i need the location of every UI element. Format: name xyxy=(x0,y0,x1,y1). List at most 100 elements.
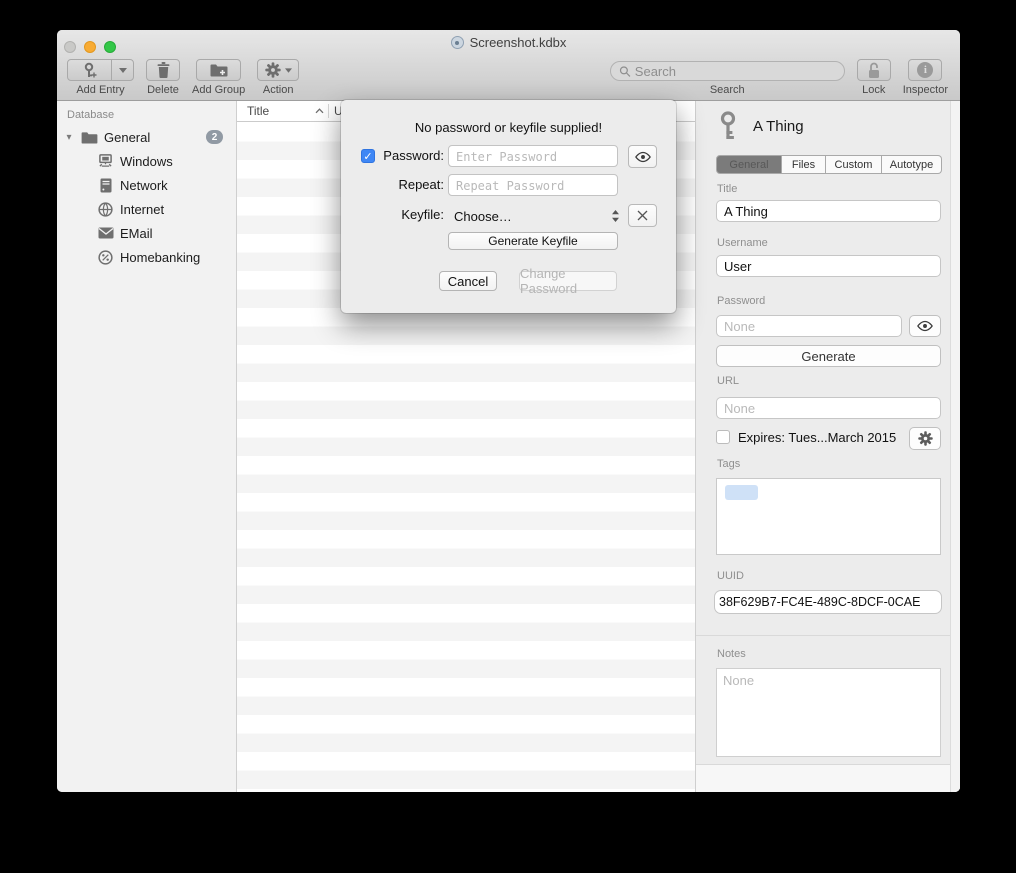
username-field[interactable] xyxy=(716,255,941,277)
sheet-password-label: Password: xyxy=(358,145,444,167)
entry-count-badge: 2 xyxy=(206,130,223,144)
password-field[interactable] xyxy=(716,315,902,337)
tab-custom[interactable]: Custom xyxy=(826,155,882,174)
trash-icon xyxy=(157,62,170,78)
info-icon: i xyxy=(917,62,933,78)
expires-label: Expires: Tues...March 2015 xyxy=(738,430,896,445)
sidebar-section-header: Database xyxy=(57,107,236,125)
sidebar-item-label: General xyxy=(104,130,150,145)
column-divider[interactable] xyxy=(328,104,329,118)
tab-general[interactable]: General xyxy=(716,155,782,174)
lock-button[interactable] xyxy=(857,59,891,81)
document-icon xyxy=(451,36,464,49)
lock-label: Lock xyxy=(862,84,885,96)
sidebar-item-internet[interactable]: Internet xyxy=(57,197,236,221)
keyfile-popup-button[interactable]: Choose… xyxy=(448,206,620,226)
action-label: Action xyxy=(263,84,294,96)
tab-files[interactable]: Files xyxy=(782,155,826,174)
sidebar-item-label: EMail xyxy=(120,226,153,241)
sidebar-item-label: Windows xyxy=(120,154,173,169)
sidebar-item-email[interactable]: EMail xyxy=(57,221,236,245)
gear-icon xyxy=(265,62,281,78)
server-icon xyxy=(97,177,114,194)
add-entry-label: Add Entry xyxy=(76,84,124,96)
eye-icon xyxy=(634,151,652,163)
tags-box[interactable] xyxy=(716,478,941,555)
search-label: Search xyxy=(710,84,745,96)
sidebar-item-label: Network xyxy=(120,178,168,193)
tags-label: Tags xyxy=(717,458,740,470)
window-title: Screenshot.kdbx xyxy=(470,35,567,50)
url-field[interactable] xyxy=(716,397,941,419)
close-x-icon xyxy=(637,210,648,221)
globe-icon xyxy=(97,201,114,218)
title-field[interactable] xyxy=(716,200,941,222)
chevron-down-icon xyxy=(285,68,292,73)
clear-keyfile-button[interactable] xyxy=(628,204,657,227)
sidebar: Database ▾ General 2 Windows Network xyxy=(57,101,237,792)
change-password-sheet: No password or keyfile supplied! ✓ Passw… xyxy=(341,100,676,313)
url-field-label: URL xyxy=(717,375,739,387)
sidebar-item-general[interactable]: ▾ General 2 xyxy=(57,125,236,149)
reveal-password-button[interactable] xyxy=(909,315,941,337)
notes-label: Notes xyxy=(717,648,746,660)
open-padlock-icon xyxy=(867,62,881,79)
add-group-label: Add Group xyxy=(192,84,245,96)
keyfile-popup-value: Choose… xyxy=(448,209,512,224)
stepper-icon xyxy=(611,209,620,223)
add-group-button[interactable] xyxy=(196,59,241,81)
inspector-panel: A Thing General Files Custom Autotype Ti… xyxy=(695,101,960,792)
search-input[interactable] xyxy=(635,64,836,79)
eye-icon xyxy=(916,320,934,332)
inspector-scrollbar[interactable] xyxy=(950,101,960,792)
sidebar-item-network[interactable]: Network xyxy=(57,173,236,197)
sort-ascending-icon xyxy=(315,108,324,114)
sheet-repeat-label: Repeat: xyxy=(358,174,444,196)
titlebar[interactable]: Screenshot.kdbx xyxy=(57,30,960,57)
search-field[interactable] xyxy=(610,61,845,81)
disclosure-triangle-icon[interactable]: ▾ xyxy=(61,132,77,143)
key-plus-icon xyxy=(68,60,112,80)
generate-password-button[interactable]: Generate xyxy=(716,345,941,367)
generate-keyfile-button[interactable]: Generate Keyfile xyxy=(448,232,618,250)
sheet-password-input[interactable] xyxy=(448,145,618,167)
notes-divider xyxy=(696,635,960,636)
search-icon xyxy=(619,65,631,78)
sheet-keyfile-label: Keyfile: xyxy=(358,205,444,225)
window-header: Screenshot.kdbx Add Entry xyxy=(57,30,960,101)
column-header-title[interactable]: Title xyxy=(237,104,315,118)
sheet-repeat-input[interactable] xyxy=(448,174,618,196)
notes-field[interactable] xyxy=(716,668,941,757)
tab-autotype[interactable]: Autotype xyxy=(882,155,942,174)
tag-chip[interactable] xyxy=(725,485,758,500)
sidebar-item-homebanking[interactable]: Homebanking xyxy=(57,245,236,269)
sidebar-item-label: Homebanking xyxy=(120,250,200,265)
folder-icon xyxy=(81,129,98,146)
sidebar-item-windows[interactable]: Windows xyxy=(57,149,236,173)
envelope-icon xyxy=(97,225,114,242)
app-window: Screenshot.kdbx Add Entry xyxy=(57,30,960,792)
add-entry-dropdown-arrow-icon[interactable] xyxy=(112,60,133,80)
expires-settings-button[interactable] xyxy=(909,427,941,450)
folder-plus-icon xyxy=(210,63,228,77)
password-field-label: Password xyxy=(717,295,765,307)
cancel-button[interactable]: Cancel xyxy=(439,271,497,291)
uuid-field[interactable] xyxy=(714,590,942,614)
change-password-button[interactable]: Change Password xyxy=(519,271,617,291)
inspector-tabs: General Files Custom Autotype xyxy=(716,155,942,174)
windows-network-icon xyxy=(97,153,114,170)
sheet-message: No password or keyfile supplied! xyxy=(341,120,676,135)
percent-circle-icon xyxy=(97,249,114,266)
username-field-label: Username xyxy=(717,237,768,249)
delete-button[interactable] xyxy=(146,59,180,81)
toolbar: Add Entry Delete Add Group xyxy=(57,57,960,101)
delete-label: Delete xyxy=(147,84,179,96)
sheet-reveal-password-button[interactable] xyxy=(628,145,657,168)
inspector-footer xyxy=(696,764,960,792)
expires-checkbox[interactable] xyxy=(716,430,730,444)
gear-icon xyxy=(918,431,933,446)
add-entry-button[interactable] xyxy=(67,59,134,81)
action-button[interactable] xyxy=(257,59,299,81)
inspector-entry-title: A Thing xyxy=(753,118,804,135)
inspector-button[interactable]: i xyxy=(908,59,942,81)
